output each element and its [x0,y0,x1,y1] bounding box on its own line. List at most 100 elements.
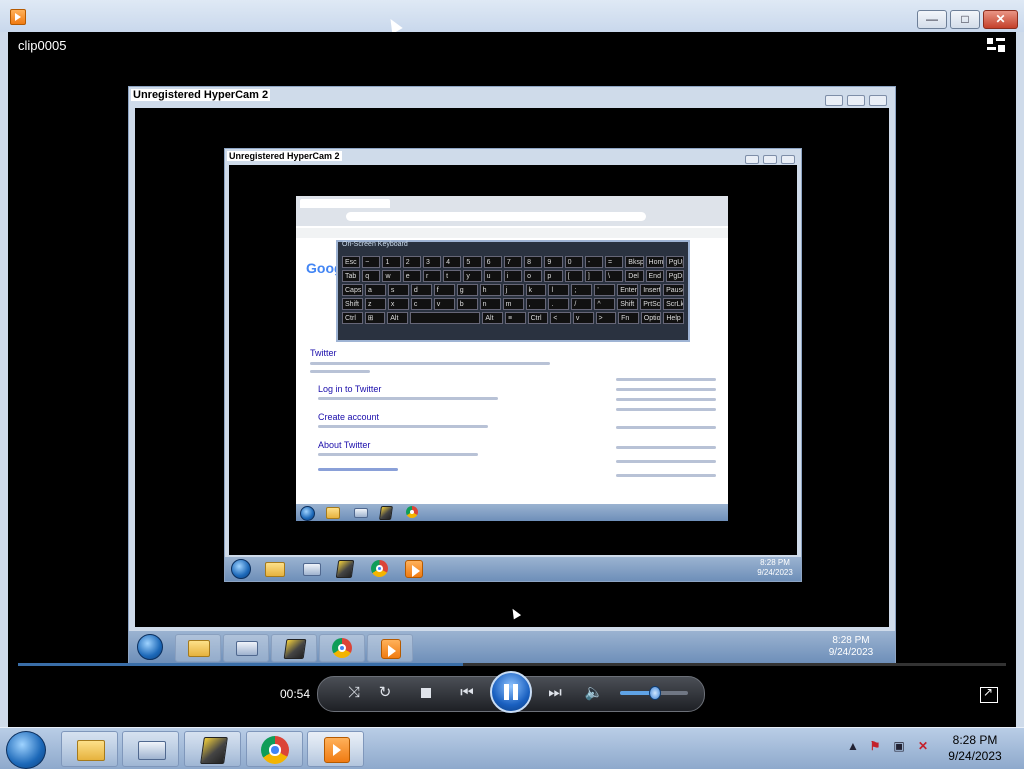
chrome-icon [371,560,388,577]
start-button[interactable] [6,731,46,769]
elapsed-time: 00:54 [280,687,311,701]
osk-key: f [433,284,455,296]
fullscreen-button[interactable] [980,685,998,703]
nested-inner-clock: 8:28 PM 9/24/2023 [757,558,793,577]
osk-key: > [595,312,617,324]
osk-key: k [525,284,547,296]
osk-key: s [387,284,409,296]
osk-key [409,312,481,324]
hypercam-icon [200,737,228,764]
osk-key: r [422,270,442,282]
osk-key: < [550,312,571,324]
nested-taskbar-hypercam [271,634,317,662]
close-button[interactable]: ✕ [983,10,1018,29]
volume-slider[interactable] [620,686,688,700]
action-center-icon[interactable]: ⚑ [867,738,883,754]
taskbar-clock[interactable]: 8:28 PM 9/24/2023 [940,732,1010,764]
nested-start-orb-icon [137,634,163,660]
show-hidden-icons-icon[interactable]: ▲ [845,738,861,754]
osk-key: Ctrl [342,312,363,324]
speaker-icon: 🔈 [584,684,604,701]
keyboard-icon [354,508,368,518]
volume-thumb[interactable] [649,686,661,700]
osk-key: ⊞ [364,312,386,324]
repeat-button[interactable]: ↻ [373,681,397,705]
inner-start-orb-icon [300,506,315,521]
side-panel-text [616,426,716,429]
osk-key: Insert [640,284,662,296]
osk-key: l [548,284,570,296]
osk-row: Tabqwertyuiop[]\DelEndPgDn [342,270,684,282]
osk-key: Pause [663,284,685,296]
app-icon [10,9,26,25]
osk-key: Esc [342,256,361,268]
nested-taskbar-keyboard [223,634,269,662]
previous-button[interactable]: ⏮ [450,681,484,705]
minimize-icon: — [926,12,938,26]
nested-inner-start-orb-icon [231,559,251,579]
osk-key: [ [564,270,583,282]
pause-button[interactable] [490,671,532,713]
network-icon[interactable]: ▣ [891,738,907,754]
osk-key: 3 [422,256,442,268]
result-text [310,370,370,373]
osk-key: 7 [503,256,523,268]
osk-key: \ [605,270,624,282]
taskbar-hypercam-button[interactable] [184,731,241,767]
mute-button[interactable]: 🔈 [584,681,604,705]
nested-window-inner-buttons [745,155,795,164]
result-link: About Twitter [318,440,371,450]
osk-key: Options [640,312,662,324]
repeat-icon: ↻ [378,684,392,701]
osk-key: Bksp [625,256,644,268]
osk-key: m [502,298,524,310]
taskbar-chrome-button[interactable] [246,731,303,767]
taskbar-player-button[interactable] [307,731,364,767]
osk-key: End [645,270,664,282]
clip-title: clip0005 [18,38,67,53]
address-bar [346,212,646,221]
keyboard-icon [303,563,321,576]
next-icon: ⏭ [548,684,562,701]
osk-key: 6 [483,256,502,268]
osk-key: - [584,256,604,268]
next-button[interactable]: ⏭ [540,681,570,705]
osk-key: 4 [443,256,462,268]
osk-key: / [571,298,593,310]
side-panel-text [616,378,716,381]
volume-muted-icon[interactable]: ✕ [915,738,931,754]
osk-key: ScrLk [663,298,685,310]
result-text [318,468,398,471]
osk-key: y [463,270,482,282]
osk-key: v [433,298,455,310]
stop-icon [421,688,431,699]
osk-title: On-Screen Keyboard [342,241,408,248]
folder-icon [77,740,105,761]
switch-layout-icon[interactable] [987,38,1005,54]
keyboard-icon [236,641,258,656]
osk-key: PgUp [665,256,684,268]
osk-key: 5 [463,256,482,268]
osk-key: Fn [618,312,639,324]
osk-key: g [456,284,478,296]
osk-key: c [410,298,432,310]
osk-key: h [479,284,501,296]
stop-button[interactable] [416,681,436,705]
shuffle-button[interactable]: ⤨ [342,681,366,705]
browser-tab [300,199,390,208]
minimize-button[interactable]: — [917,10,947,29]
nested-taskbar-chrome [319,634,365,662]
nested-window-title: Unregistered HyperCam 2 [131,89,271,101]
osk-row: Ctrl⊞AltAlt≡Ctrl<v>FnOptionsHelp [342,312,684,324]
maximize-button[interactable]: □ [950,10,980,29]
player-icon [381,639,401,659]
nested-taskbar: 8:28 PM 9/24/2023 [129,631,895,663]
maximize-icon: □ [961,12,969,26]
taskbar-explorer-button[interactable] [61,731,118,767]
seek-bar[interactable] [18,663,1006,666]
result-link: Twitter [310,348,337,358]
osk-key: Caps [342,284,363,296]
taskbar-keyboard-button[interactable] [122,731,179,767]
osk-key: b [456,298,478,310]
side-panel-text [616,408,716,411]
